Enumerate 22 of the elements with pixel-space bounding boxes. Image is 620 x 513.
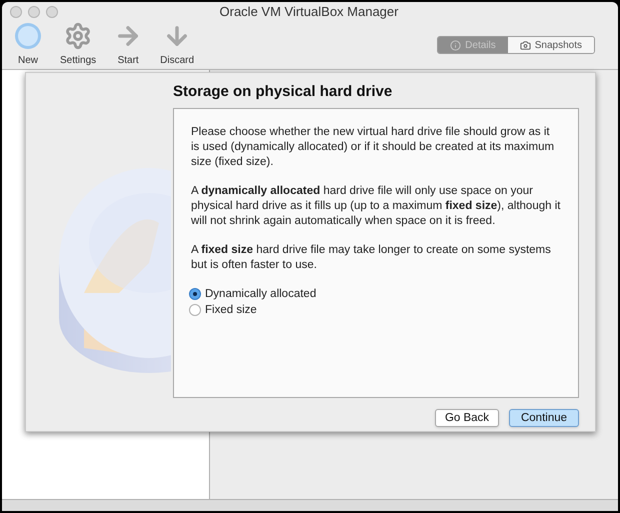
radio-option[interactable]: Dynamically allocated [189,286,316,302]
radio-option[interactable]: Fixed size [189,302,257,318]
description-text: Please choose whether the new virtual hard drive file should grow as it is used (dynamically allocated) or if it should be created at its maximum size (fixed size). [191,124,556,170]
window-control-icon[interactable] [28,6,40,18]
radio-button[interactable] [189,288,201,300]
toolbar-button[interactable]: Start [110,22,146,68]
dialog-title: Storage on physical hard drive [173,82,394,102]
window-control-icon[interactable] [10,6,22,18]
settings-icon [64,22,92,50]
window-title: Oracle VM VirtualBox Manager [220,3,398,22]
view-tab[interactable]: Snapshots [508,37,594,53]
info-icon [450,40,462,50]
toolbar-button[interactable]: Settings [56,22,100,68]
description-text: A dynamically allocated hard drive file will only use space on your physical hard drive as it fills up (up to a maximum fixed size), although it will not shrink again automatically when space on it is freed. [191,184,561,228]
camera-icon [520,40,531,50]
window-control-icon[interactable] [46,6,58,18]
radio-button[interactable] [189,304,201,316]
dialog-button[interactable]: Go Back [435,408,499,426]
description-text: A fixed size hard drive file may take longer to create on some systems but is often faster to use. [191,242,552,272]
toolbar-button[interactable]: New [10,22,46,68]
dialog-button[interactable]: Continue [509,408,579,426]
toolbar-button[interactable]: Discard [156,22,198,68]
